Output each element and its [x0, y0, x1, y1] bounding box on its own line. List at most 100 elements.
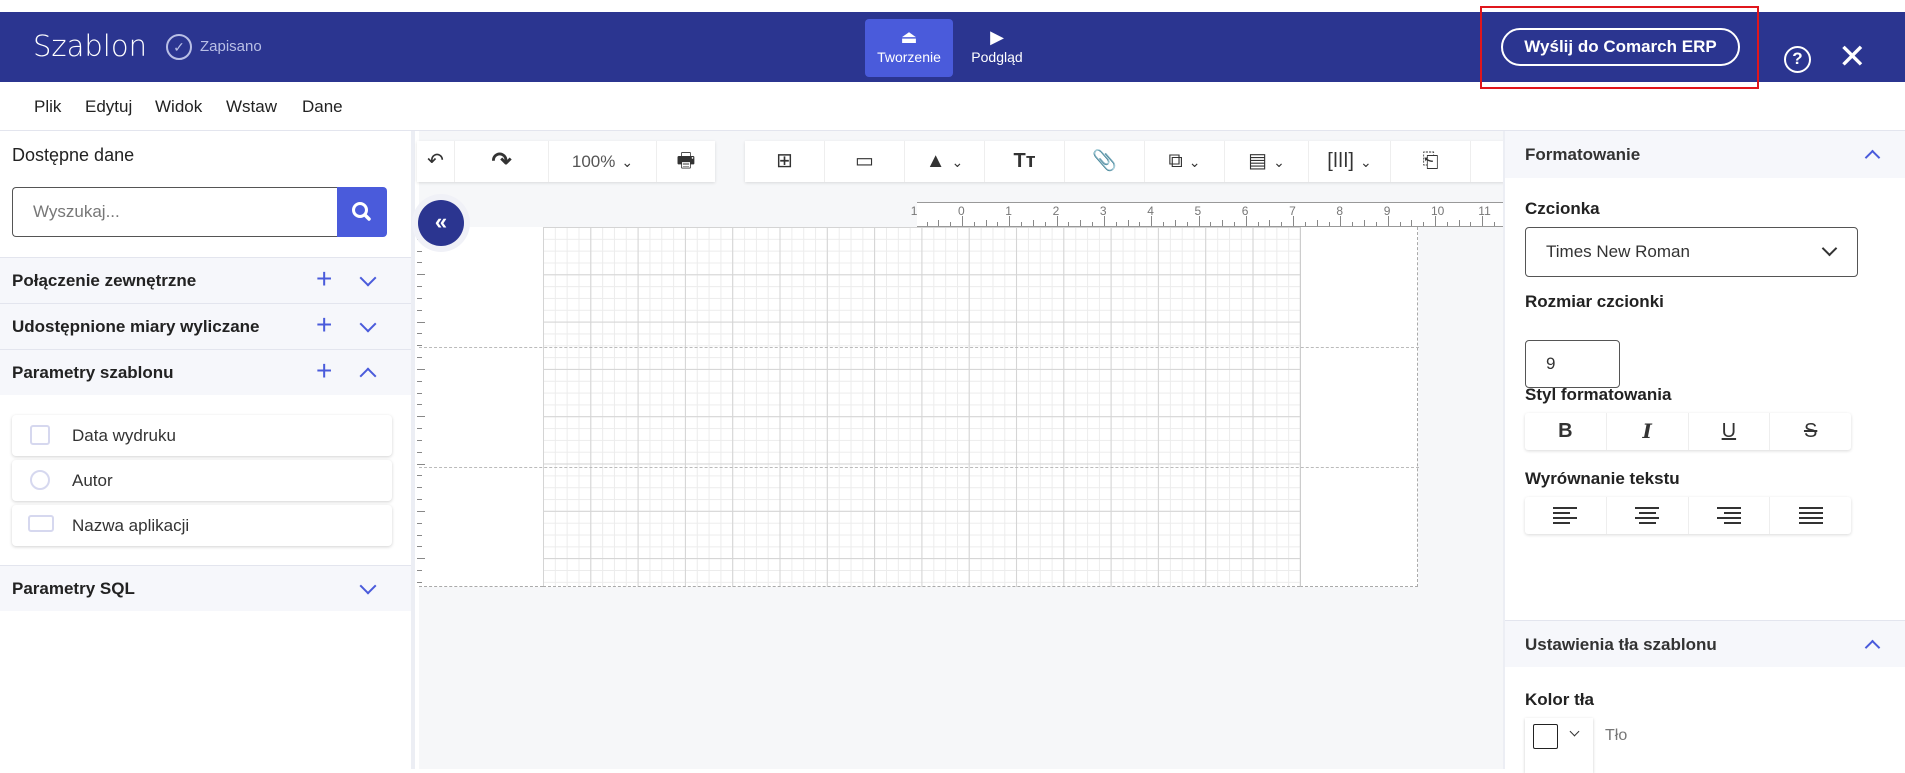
ruler-tick	[417, 522, 422, 524]
chevron-down-icon[interactable]	[359, 577, 377, 595]
ruler-tick	[1399, 222, 1401, 226]
close-icon[interactable]: ✕	[1838, 37, 1867, 77]
ruler-tick	[417, 333, 422, 335]
insert-table-button[interactable]: ⊞	[745, 141, 825, 182]
italic-icon: I	[1642, 419, 1652, 443]
menu-edytuj[interactable]: Edytuj	[85, 97, 132, 117]
list-item[interactable]: Data wydruku	[12, 415, 392, 456]
ruler-tick	[1044, 222, 1046, 226]
font-size-input[interactable]: 9	[1525, 340, 1620, 388]
background-settings-header[interactable]: Ustawienia tła szablonu	[1505, 620, 1905, 667]
chevron-down-icon[interactable]	[359, 269, 377, 287]
font-label: Czcionka	[1525, 199, 1600, 218]
ruler-tick	[417, 487, 422, 489]
insert-image-button[interactable]: ▭	[825, 141, 905, 182]
chevron-up-icon[interactable]	[1864, 639, 1881, 656]
barcode-button[interactable]: [ǀǀǀ] ⌄	[1309, 141, 1391, 182]
alignment-buttons	[1525, 497, 1851, 534]
band-divider	[419, 347, 1419, 348]
font-value: Times New Roman	[1546, 242, 1690, 261]
chevron-up-icon[interactable]	[359, 367, 377, 385]
print-button[interactable]: 🖶	[657, 141, 715, 182]
plus-icon[interactable]: +	[316, 356, 332, 386]
chevron-up-icon[interactable]	[1864, 149, 1881, 166]
section-polaczenie[interactable]: Połączenie zewnętrzne +	[0, 257, 411, 303]
section-parametry-szablonu[interactable]: Parametry szablonu +	[0, 349, 411, 395]
tab-tworzenie[interactable]: ⏏ Tworzenie	[865, 19, 953, 77]
image-icon: ▭	[855, 150, 874, 172]
menu-widok[interactable]: Widok	[155, 97, 202, 117]
ruler-tick	[1103, 216, 1105, 226]
ruler-label: 11	[1478, 204, 1491, 218]
ruler-tick	[1127, 220, 1129, 226]
color-swatch	[1533, 724, 1558, 749]
underline-icon: U	[1721, 420, 1737, 442]
section-miary[interactable]: Udostępnione miary wyliczane +	[0, 303, 411, 349]
justify-button[interactable]	[1770, 497, 1851, 534]
ruler-tick	[1494, 222, 1496, 226]
plus-icon[interactable]: +	[316, 310, 332, 340]
formatting-header[interactable]: Formatowanie	[1505, 131, 1905, 178]
font-size-label: Rozmiar czcionki	[1525, 292, 1664, 311]
template-title: Szablon	[33, 29, 147, 63]
ruler-tick	[1198, 216, 1200, 226]
ruler-tick	[997, 222, 999, 226]
search-button[interactable]	[337, 187, 387, 237]
ruler-tick	[1139, 222, 1141, 226]
align-center-icon	[1635, 506, 1660, 525]
ruler-tick	[985, 220, 987, 226]
font-select[interactable]: Times New Roman	[1525, 227, 1858, 277]
ruler-tick	[1340, 216, 1342, 226]
attachment-button[interactable]: 📎	[1065, 141, 1145, 182]
align-left-icon	[1553, 506, 1578, 525]
ruler-tick	[1458, 220, 1460, 226]
menu-wstaw[interactable]: Wstaw	[226, 97, 277, 117]
insert-text-button[interactable]: Tт	[985, 141, 1065, 182]
align-right-button[interactable]	[1689, 497, 1771, 534]
insert-shape-button[interactable]: ▲ ⌄	[905, 141, 985, 182]
layers-button[interactable]: ⧉ ⌄	[1145, 141, 1225, 182]
menu-dane[interactable]: Dane	[302, 97, 343, 117]
ruler-tick	[1257, 222, 1259, 226]
strikethrough-icon: S	[1803, 420, 1818, 442]
help-icon[interactable]: ?	[1784, 46, 1811, 73]
strikethrough-button[interactable]: S	[1770, 413, 1851, 450]
bold-button[interactable]: B	[1525, 413, 1607, 450]
chevron-down-icon	[1569, 726, 1580, 737]
italic-button[interactable]: I	[1607, 413, 1689, 450]
underline-button[interactable]: U	[1689, 413, 1771, 450]
chevron-down-icon[interactable]	[359, 315, 377, 333]
ruler-tick	[938, 220, 940, 226]
zoom-select[interactable]: 100% ⌄	[549, 141, 657, 182]
align-left-button[interactable]	[1525, 497, 1607, 534]
chevron-down-icon: ⌄	[621, 154, 634, 170]
search-input[interactable]: Wyszukaj...	[12, 187, 338, 237]
bg-color-picker[interactable]	[1525, 718, 1593, 773]
menu-plik[interactable]: Plik	[34, 97, 61, 117]
ruler-tick	[1115, 222, 1117, 226]
ruler-tick	[417, 309, 422, 311]
tab-podglad[interactable]: ▶ Podgląd	[953, 19, 1041, 77]
plus-icon[interactable]: +	[316, 264, 332, 294]
section-label: Parametry szablonu	[12, 363, 174, 382]
item-label: Data wydruku	[72, 426, 176, 445]
redo-button[interactable]: ↷	[455, 141, 549, 182]
ruler-tick	[1032, 220, 1034, 226]
ruler-tick	[417, 262, 422, 264]
bg-color-label: Kolor tła	[1525, 690, 1594, 709]
ruler-tick	[417, 451, 422, 453]
style-label: Styl formatowania	[1525, 385, 1672, 404]
collapse-sidebar-button[interactable]: «	[418, 200, 464, 246]
list-item[interactable]: Autor	[12, 460, 392, 501]
ruler-tick	[1375, 222, 1377, 226]
list-item[interactable]: Nazwa aplikacji	[12, 505, 392, 546]
section-parametry-sql[interactable]: Parametry SQL	[0, 565, 411, 611]
layout-button[interactable]: ▤ ⌄	[1225, 141, 1309, 182]
ruler-tick	[1304, 222, 1306, 226]
undo-button[interactable]: ↶	[417, 141, 455, 182]
page-break-button[interactable]: ⎗	[1391, 141, 1471, 182]
page-grid[interactable]	[543, 227, 1300, 587]
item-label: Autor	[72, 471, 113, 490]
ruler-tick	[1245, 216, 1247, 226]
align-center-button[interactable]	[1607, 497, 1689, 534]
